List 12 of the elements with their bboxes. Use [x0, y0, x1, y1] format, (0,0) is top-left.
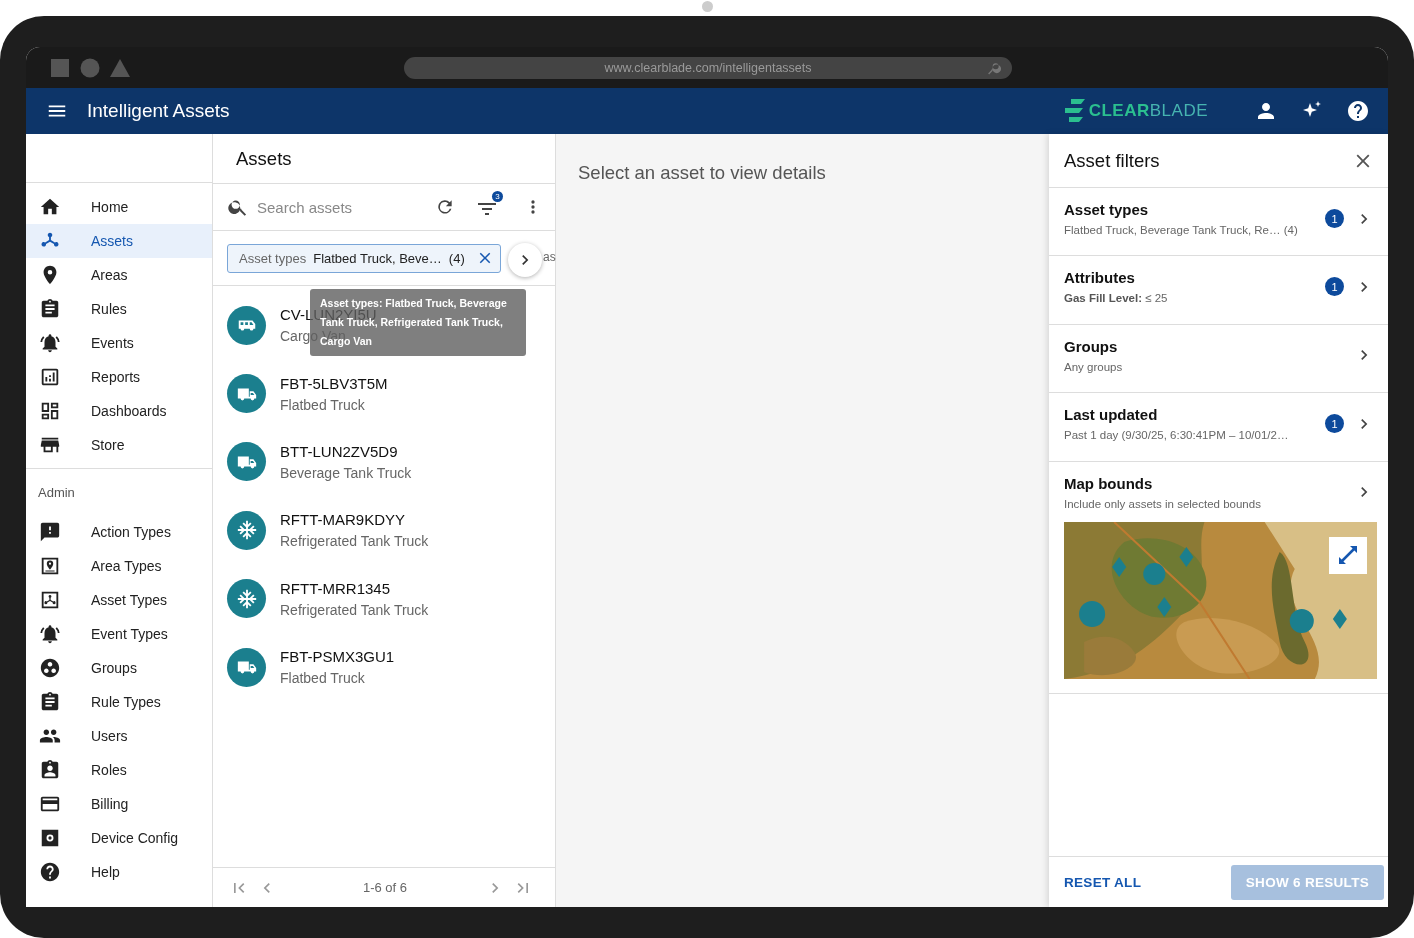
panel-title: Assets: [235, 146, 293, 171]
app-title: Intelligent Assets: [87, 100, 231, 122]
count-badge: 3: [492, 191, 503, 202]
panel-title: Asset filters: [1064, 149, 1160, 172]
section-title: Admin: [37, 484, 76, 502]
count-badge: 1: [1325, 414, 1344, 434]
chip-text: as: [543, 250, 556, 264]
count-badge: 1: [1325, 209, 1344, 228]
empty-message: Select an asset to view details: [578, 162, 827, 184]
page-range: 1-6 of 6: [361, 880, 409, 895]
count-badge: 1: [1325, 277, 1344, 297]
logo-text: CLEARBLADE: [1088, 101, 1208, 121]
